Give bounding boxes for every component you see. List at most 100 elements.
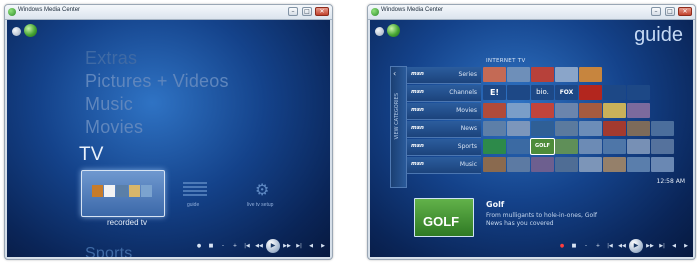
volume-up-button[interactable]: + — [593, 241, 603, 251]
chevron-left-icon[interactable]: ‹ — [393, 69, 396, 78]
program-tile[interactable] — [483, 121, 506, 136]
program-tile[interactable] — [483, 157, 506, 172]
menu-item-music[interactable]: Music — [85, 94, 133, 115]
guide-label[interactable]: guide — [187, 202, 199, 208]
program-tile-golf-selected[interactable]: GOLF — [531, 139, 554, 154]
program-tile[interactable] — [507, 103, 530, 118]
program-tile[interactable] — [651, 121, 674, 136]
rewind-button[interactable]: ◀◀ — [617, 241, 627, 251]
program-tile[interactable] — [579, 121, 602, 136]
program-tile[interactable] — [651, 139, 674, 154]
live-tv-setup-label[interactable]: live tv setup — [247, 202, 273, 208]
program-tile[interactable] — [627, 157, 650, 172]
channel-down-button[interactable]: ◀ — [306, 241, 316, 251]
fast-forward-button[interactable]: ▶▶ — [645, 241, 655, 251]
program-tile[interactable] — [627, 139, 650, 154]
channel-up-button[interactable]: ▶ — [681, 241, 691, 251]
program-tile[interactable] — [603, 157, 626, 172]
skip-back-button[interactable]: |◀ — [242, 241, 252, 251]
program-tile[interactable] — [531, 121, 554, 136]
program-tile[interactable] — [507, 121, 530, 136]
menu-item-movies[interactable]: Movies — [85, 117, 143, 138]
program-tile[interactable] — [627, 103, 650, 118]
program-tile[interactable] — [531, 103, 554, 118]
skip-forward-button[interactable]: ▶| — [294, 241, 304, 251]
channel-logo-bio[interactable]: bio. — [531, 85, 554, 100]
program-tile[interactable] — [507, 157, 530, 172]
play-button[interactable]: ▶ — [266, 239, 280, 253]
program-tile[interactable] — [483, 67, 506, 82]
channel-down-button[interactable]: ◀ — [669, 241, 679, 251]
category-row-sports[interactable]: msn Sports GOLF — [407, 139, 688, 156]
program-tile[interactable] — [579, 139, 602, 154]
wmc-window-guide: Windows Media Center – □ ✕ guide INTERNE… — [367, 4, 696, 260]
wmc-logo-icon[interactable] — [24, 24, 37, 37]
menu-item-tv[interactable]: TV — [79, 144, 104, 166]
program-tile[interactable] — [651, 157, 674, 172]
channel-logo[interactable] — [579, 85, 602, 100]
back-icon[interactable] — [12, 27, 21, 36]
program-tile[interactable] — [603, 139, 626, 154]
program-tile[interactable] — [579, 67, 602, 82]
channel-logo-fox[interactable]: FOX — [555, 85, 578, 100]
program-tile[interactable] — [483, 103, 506, 118]
category-row-news[interactable]: msn News — [407, 121, 688, 138]
channel-logo[interactable] — [507, 85, 530, 100]
view-categories-tab[interactable]: ‹ VIEW CATEGORIES — [390, 66, 407, 188]
program-tile[interactable] — [555, 121, 578, 136]
program-tile[interactable] — [627, 121, 650, 136]
program-tile[interactable] — [483, 139, 506, 154]
category-row-series[interactable]: msn Series — [407, 67, 688, 84]
guide-icon[interactable] — [183, 182, 207, 196]
channel-up-button[interactable]: ▶ — [318, 241, 328, 251]
skip-back-button[interactable]: |◀ — [605, 241, 615, 251]
volume-down-button[interactable]: – — [581, 241, 591, 251]
program-tile[interactable] — [603, 103, 626, 118]
window-title: Windows Media Center — [381, 7, 444, 13]
play-button[interactable]: ▶ — [629, 239, 643, 253]
minimize-button[interactable]: – — [651, 7, 661, 16]
menu-item-pictures-videos[interactable]: Pictures + Videos — [85, 71, 229, 92]
skip-forward-button[interactable]: ▶| — [657, 241, 667, 251]
stop-button[interactable]: ■ — [206, 241, 216, 251]
category-row-movies[interactable]: msn Movies — [407, 103, 688, 120]
wmc-logo-icon[interactable] — [387, 24, 400, 37]
program-tile[interactable] — [555, 67, 578, 82]
channel-tiles: E! bio. FOX — [483, 85, 650, 100]
program-tile[interactable] — [531, 67, 554, 82]
channel-logo-e[interactable]: E! — [483, 85, 506, 100]
record-button[interactable]: ● — [194, 241, 204, 251]
program-tile[interactable] — [555, 157, 578, 172]
stop-button[interactable]: ■ — [569, 241, 579, 251]
fast-forward-button[interactable]: ▶▶ — [282, 241, 292, 251]
program-tile[interactable] — [555, 139, 578, 154]
volume-up-button[interactable]: + — [230, 241, 240, 251]
channel-logo[interactable] — [603, 85, 626, 100]
close-button[interactable]: ✕ — [678, 7, 692, 16]
page-title: guide — [634, 24, 683, 46]
menu-item-sports[interactable]: Sports — [85, 245, 132, 257]
close-button[interactable]: ✕ — [315, 7, 329, 16]
recorded-tv-label: recorded tv — [107, 218, 148, 227]
back-icon[interactable] — [375, 27, 384, 36]
gear-icon[interactable]: ⚙ — [255, 182, 271, 198]
maximize-button[interactable]: □ — [302, 7, 312, 16]
menu-item-extras[interactable]: Extras — [85, 48, 137, 69]
app-icon — [8, 8, 16, 16]
category-row-music[interactable]: msn Music — [407, 157, 688, 174]
program-tile[interactable] — [507, 67, 530, 82]
program-tile[interactable] — [579, 103, 602, 118]
channel-logo[interactable] — [627, 85, 650, 100]
program-tile[interactable] — [579, 157, 602, 172]
program-tile[interactable] — [531, 157, 554, 172]
strip-item-recorded-tv[interactable] — [81, 170, 165, 217]
minimize-button[interactable]: – — [288, 7, 298, 16]
category-row-channels[interactable]: msn Channels E! bio. FOX — [407, 85, 688, 102]
program-tile[interactable] — [555, 103, 578, 118]
volume-down-button[interactable]: – — [218, 241, 228, 251]
program-tile[interactable] — [603, 121, 626, 136]
program-tile[interactable] — [507, 139, 530, 154]
rewind-button[interactable]: ◀◀ — [254, 241, 264, 251]
record-button[interactable]: ● — [557, 241, 567, 251]
maximize-button[interactable]: □ — [665, 7, 675, 16]
